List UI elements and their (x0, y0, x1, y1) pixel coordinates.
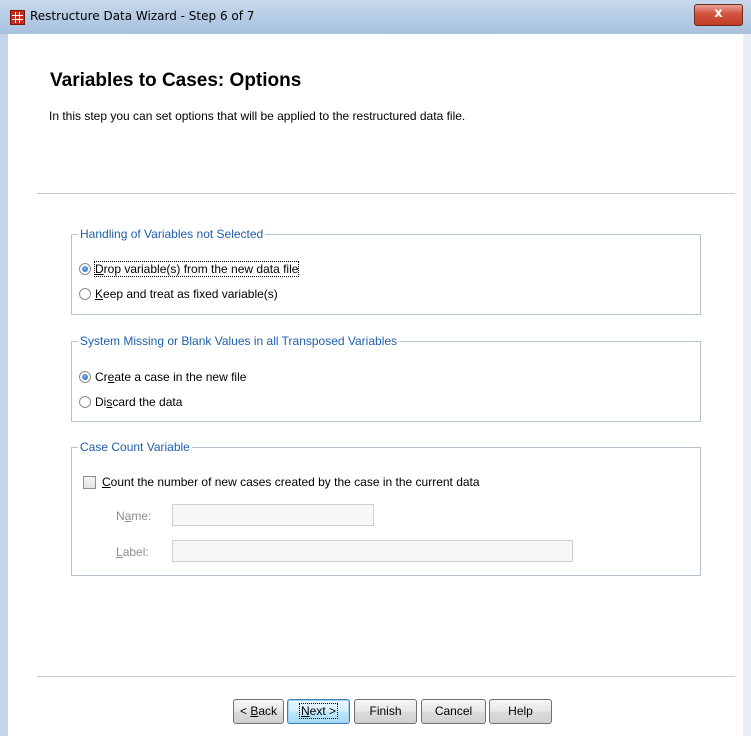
name-input[interactable] (172, 504, 374, 526)
count-cases-label: Count the number of new cases created by… (102, 475, 480, 489)
case-count-group: Case Count Variable Count the number of … (71, 440, 701, 576)
keep-variables-label: Keep and treat as fixed variable(s) (95, 287, 278, 301)
discard-data-option[interactable]: Discard the data (79, 394, 182, 410)
drop-variables-label: Drop variable(s) from the new data file (93, 261, 300, 277)
discard-data-label: Discard the data (95, 395, 183, 409)
cancel-button[interactable]: Cancel (421, 699, 486, 724)
label-input[interactable] (172, 540, 573, 562)
title-bar: Restructure Data Wizard - Step 6 of 7 x (0, 0, 751, 34)
label-field-label: Label: (116, 545, 149, 559)
back-button[interactable]: < Back (233, 699, 284, 724)
close-button[interactable]: x (694, 4, 743, 26)
footer-divider (37, 676, 735, 677)
page-title: Variables to Cases: Options (50, 70, 302, 91)
discard-data-radio[interactable] (79, 396, 91, 408)
drop-variables-radio[interactable] (79, 263, 91, 275)
handling-group: Handling of Variables not Selected Drop … (71, 227, 701, 315)
handling-legend: Handling of Variables not Selected (78, 227, 266, 241)
create-case-radio[interactable] (79, 371, 91, 383)
help-button[interactable]: Help (489, 699, 552, 724)
count-cases-option[interactable]: Count the number of new cases created by… (83, 474, 480, 490)
create-case-option[interactable]: Create a case in the new file (79, 369, 246, 385)
window-left-border (0, 34, 8, 736)
create-case-label: Create a case in the new file (95, 370, 247, 384)
finish-button[interactable]: Finish (354, 699, 417, 724)
page-subtitle: In this step you can set options that wi… (49, 109, 466, 123)
header-divider (37, 193, 735, 194)
window-title: Restructure Data Wizard - Step 6 of 7 (30, 9, 255, 23)
close-icon: x (714, 6, 723, 21)
next-button[interactable]: Next > (287, 699, 350, 724)
name-field-label: Name: (116, 509, 152, 523)
count-cases-checkbox[interactable] (83, 475, 96, 489)
case-count-legend: Case Count Variable (78, 440, 192, 454)
drop-variables-option[interactable]: Drop variable(s) from the new data file (79, 261, 300, 277)
spss-app-icon (10, 10, 25, 25)
keep-variables-option[interactable]: Keep and treat as fixed variable(s) (79, 286, 278, 302)
missing-values-legend: System Missing or Blank Values in all Tr… (78, 334, 400, 348)
keep-variables-radio[interactable] (79, 288, 91, 300)
missing-values-group: System Missing or Blank Values in all Tr… (71, 334, 701, 422)
